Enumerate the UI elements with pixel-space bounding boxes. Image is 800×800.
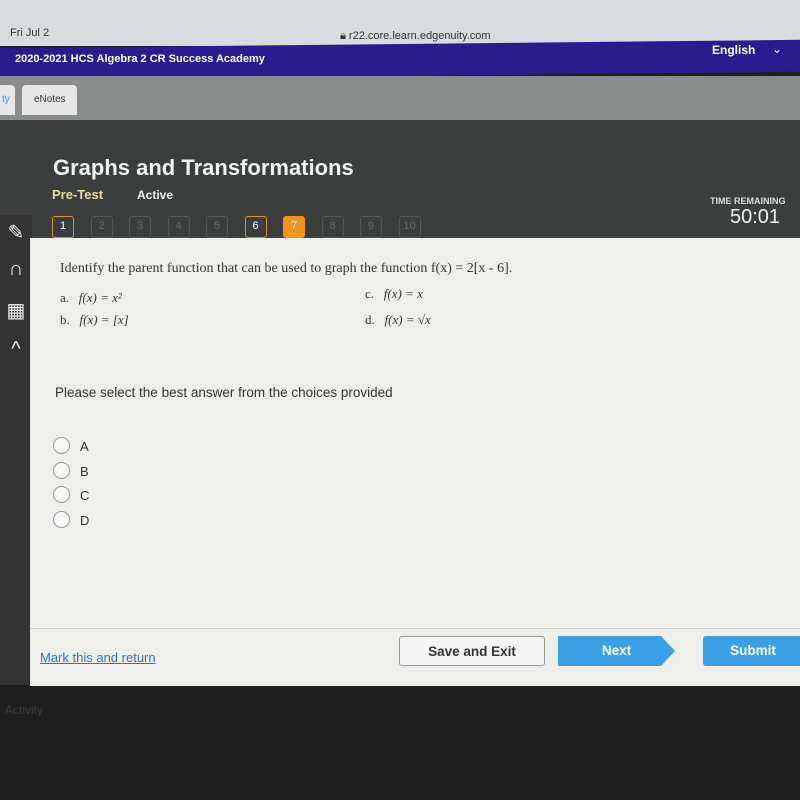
question-nav-2[interactable]: 2 <box>90 216 113 238</box>
question-nav-3[interactable]: 3 <box>129 216 151 238</box>
radio-b[interactable] <box>53 462 70 479</box>
choice-b: b. f(x) = [x] <box>60 312 129 327</box>
radio-label-c[interactable]: C <box>80 488 89 503</box>
chevron-down-icon[interactable]: ⌄ <box>772 42 782 56</box>
status-badge: Active <box>137 188 174 202</box>
date: Fri Jul 2 <box>10 27 50 39</box>
lock-icon: 🔒︎ <box>340 30 349 42</box>
divider <box>30 628 800 629</box>
radio-label-a[interactable]: A <box>80 439 89 454</box>
radio-a[interactable] <box>53 437 70 454</box>
instructions: Please select the best answer from the c… <box>55 385 393 400</box>
language-select[interactable]: English <box>712 43 755 57</box>
tab-enotes[interactable]: eNotes <box>22 85 77 115</box>
headphones-icon[interactable]: ∩ <box>2 258 30 286</box>
time-remaining-label: TIME REMAINING <box>710 196 786 206</box>
url-bar[interactable]: 🔒︎ r22.core.learn.edgenuity.com <box>340 30 491 43</box>
choice-c: c. f(x) = x <box>365 286 423 301</box>
choice-d: d. f(x) = √x <box>365 312 431 327</box>
save-and-exit-button[interactable]: Save and Exit <box>399 636 545 666</box>
question-nav-6[interactable]: 6 <box>244 216 267 238</box>
question-nav-4[interactable]: 4 <box>167 216 190 238</box>
chevron-up-icon[interactable]: ^ <box>2 338 30 366</box>
mark-and-return-link[interactable]: Mark this and return <box>40 650 156 665</box>
url-text: r22.core.learn.edgenuity.com <box>348 30 491 42</box>
radio-label-b[interactable]: B <box>80 464 89 479</box>
calculator-icon[interactable]: ▦ <box>2 298 30 326</box>
submit-button[interactable]: Submit <box>703 636 800 666</box>
question-nav-10[interactable]: 10 <box>398 216 421 238</box>
question-nav-7[interactable]: 7 <box>283 216 305 238</box>
activity-type: Pre-Test <box>52 187 104 202</box>
question-nav-9[interactable]: 9 <box>360 216 382 238</box>
activity-label: Activity <box>5 703 44 717</box>
tab-activity[interactable]: ty <box>0 85 15 115</box>
choice-a: a. f(x) = x² <box>60 290 122 305</box>
question-panel <box>30 238 800 686</box>
radio-d[interactable] <box>53 511 70 528</box>
timer: 50:01 <box>730 206 781 228</box>
radio-c[interactable] <box>53 486 70 503</box>
next-button[interactable]: Next <box>558 636 675 666</box>
question-nav-8[interactable]: 8 <box>321 216 344 238</box>
question-nav-5[interactable]: 5 <box>206 216 228 238</box>
tab-bar <box>0 76 800 122</box>
pencil-icon[interactable]: ✎ <box>2 220 30 248</box>
course-title: 2020-2021 HCS Algebra 2 CR Success Acade… <box>15 53 265 65</box>
radio-label-d[interactable]: D <box>80 513 89 528</box>
question-nav-1[interactable]: 1 <box>52 216 74 238</box>
page-title: Graphs and Transformations <box>53 155 354 180</box>
question-prompt: Identify the parent function that can be… <box>60 261 513 276</box>
